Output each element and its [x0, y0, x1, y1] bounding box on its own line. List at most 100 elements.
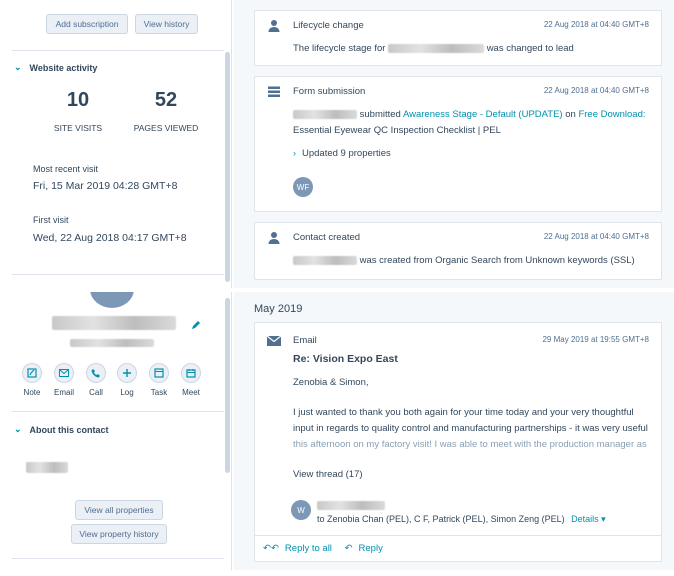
recipients-text: to Zenobia Chan (PEL), C F, Patrick (PEL… [317, 514, 565, 524]
redacted-contact-name [52, 316, 176, 330]
redacted-contact-subtitle [70, 339, 154, 347]
form-name-link[interactable]: Awareness Stage - Default (UPDATE) [403, 109, 563, 120]
sidebar-scrollbar[interactable] [225, 52, 230, 282]
timeline-card-form-submission[interactable]: Form submission 22 Aug 2018 at 04:40 GMT… [254, 76, 662, 212]
divider [12, 558, 224, 559]
redacted-name [293, 109, 357, 119]
email-action[interactable]: Email [48, 363, 80, 397]
reply-button[interactable]: Reply [359, 543, 383, 554]
contact-sidebar: Add subscription View history ⌄ Website … [0, 0, 232, 288]
task-action[interactable]: Task [143, 363, 175, 397]
log-action[interactable]: Log [111, 363, 143, 397]
month-header: May 2019 [254, 303, 303, 315]
card-title: Lifecycle change [293, 20, 364, 31]
calendar-icon [181, 363, 201, 383]
email-recipients: to Zenobia Chan (PEL), C F, Patrick (PEL… [317, 514, 606, 525]
plus-icon [117, 363, 137, 383]
updated-properties-label: Updated 9 properties [302, 148, 391, 159]
divider [12, 50, 224, 51]
timeline-card-email[interactable]: Email 29 May 2019 at 19:55 GMT+8 Re: Vis… [254, 322, 662, 562]
view-thread-link[interactable]: View thread (17) [293, 469, 363, 480]
phone-icon [86, 363, 106, 383]
avatar[interactable] [90, 292, 134, 308]
sidebar-scrollbar[interactable] [225, 298, 230, 473]
most-recent-visit-label: Most recent visit [33, 164, 99, 174]
lifecycle-text-start: The lifecycle stage for [293, 43, 386, 54]
card-date: 22 Aug 2018 at 04:40 GMT+8 [543, 20, 649, 29]
card-title: Form submission [293, 86, 366, 97]
about-contact-header[interactable]: ⌄ About this contact [14, 424, 109, 435]
form-icon [268, 86, 280, 97]
chevron-down-icon: ⌄ [14, 62, 22, 72]
card-title: Contact created [293, 232, 361, 243]
email-body-line: this afternoon on my factory visit! I wa… [293, 439, 647, 450]
redacted-name [388, 43, 485, 53]
action-label: Call [89, 388, 103, 397]
add-subscription-button[interactable]: Add subscription [46, 14, 128, 34]
page-link-part2[interactable]: Essential Eyewear QC Inspection Checklis… [293, 125, 501, 136]
caret-down-icon: ▾ [601, 514, 606, 524]
view-history-button[interactable]: View history [135, 14, 198, 34]
pages-viewed-label: PAGES VIEWED [133, 123, 199, 133]
redacted-property [26, 462, 68, 473]
timeline-card-contact-created[interactable]: Contact created 22 Aug 2018 at 04:40 GMT… [254, 222, 662, 280]
action-label: Log [120, 388, 134, 397]
view-property-history-button[interactable]: View property history [71, 524, 167, 544]
card-body: The lifecycle stage for was changed to l… [293, 43, 574, 54]
email-body-line: input in regards to quality control and … [293, 423, 648, 434]
site-visits-count: 10 [66, 89, 90, 111]
first-visit-value: Wed, 22 Aug 2018 04:17 GMT+8 [33, 232, 187, 244]
action-label: Email [53, 388, 74, 397]
action-label: Note [23, 388, 41, 397]
envelope-icon [267, 335, 281, 346]
reply-all-icon: ↶↶ [263, 543, 279, 554]
card-date: 22 Aug 2018 at 04:40 GMT+8 [543, 232, 649, 241]
email-subject[interactable]: Re: Vision Expo East [293, 353, 398, 365]
top-screenshot-panel: Add subscription View history ⌄ Website … [0, 0, 674, 288]
reply-all-button[interactable]: Reply to all [285, 543, 332, 554]
website-activity-header[interactable]: ⌄ Website activity [14, 62, 97, 73]
card-type: Email [293, 335, 317, 346]
meet-action[interactable]: Meet [175, 363, 207, 397]
pencil-icon[interactable] [190, 319, 202, 331]
first-visit-label: First visit [33, 215, 69, 225]
site-visits-label: SITE VISITS [53, 123, 103, 133]
chevron-down-icon: ⌄ [14, 424, 22, 434]
avatar[interactable]: WF [293, 177, 313, 197]
pages-viewed-count: 52 [154, 89, 178, 111]
submitted-text: submitted [359, 109, 401, 120]
action-label: Meet [182, 388, 200, 397]
card-date: 22 Aug 2018 at 04:40 GMT+8 [543, 86, 649, 95]
on-text: on [565, 109, 576, 120]
email-greeting: Zenobia & Simon, [293, 377, 369, 388]
website-activity-title: Website activity [29, 62, 98, 73]
person-icon [268, 20, 280, 32]
lifecycle-text-end: was changed to lead [486, 43, 574, 54]
contact-sidebar: ⌄ About this contact View all properties… [0, 292, 232, 570]
most-recent-visit-value: Fri, 15 Mar 2019 04:28 GMT+8 [33, 180, 178, 192]
divider [12, 411, 224, 412]
avatar[interactable]: W [291, 500, 311, 520]
timeline-card-lifecycle[interactable]: Lifecycle change 22 Aug 2018 at 04:40 GM… [254, 10, 662, 66]
about-contact-title: About this contact [29, 424, 109, 435]
divider [12, 274, 224, 275]
envelope-icon [54, 363, 74, 383]
view-all-properties-button[interactable]: View all properties [75, 500, 163, 520]
call-action[interactable]: Call [80, 363, 112, 397]
task-icon [149, 363, 169, 383]
details-link[interactable]: Details ▾ [571, 514, 606, 524]
redacted-sender [317, 501, 385, 510]
person-icon [268, 232, 280, 244]
email-body-line: I just wanted to thank you both again fo… [293, 407, 634, 418]
updated-properties-toggle[interactable]: › Updated 9 properties [293, 148, 391, 159]
note-action[interactable]: Note [16, 363, 48, 397]
chevron-right-icon: › [293, 148, 296, 158]
reply-actions: ↶↶ Reply to all ↶ Reply [263, 543, 383, 554]
page-link-part1[interactable]: Free Download: [578, 109, 645, 120]
redacted-name [293, 255, 357, 265]
details-label: Details [571, 514, 599, 524]
reply-icon: ↶ [344, 543, 353, 554]
card-body: was created from Organic Search from Unk… [293, 255, 635, 266]
note-icon [22, 363, 42, 383]
form-body-line1: submitted Awareness Stage - Default (UPD… [293, 109, 646, 120]
